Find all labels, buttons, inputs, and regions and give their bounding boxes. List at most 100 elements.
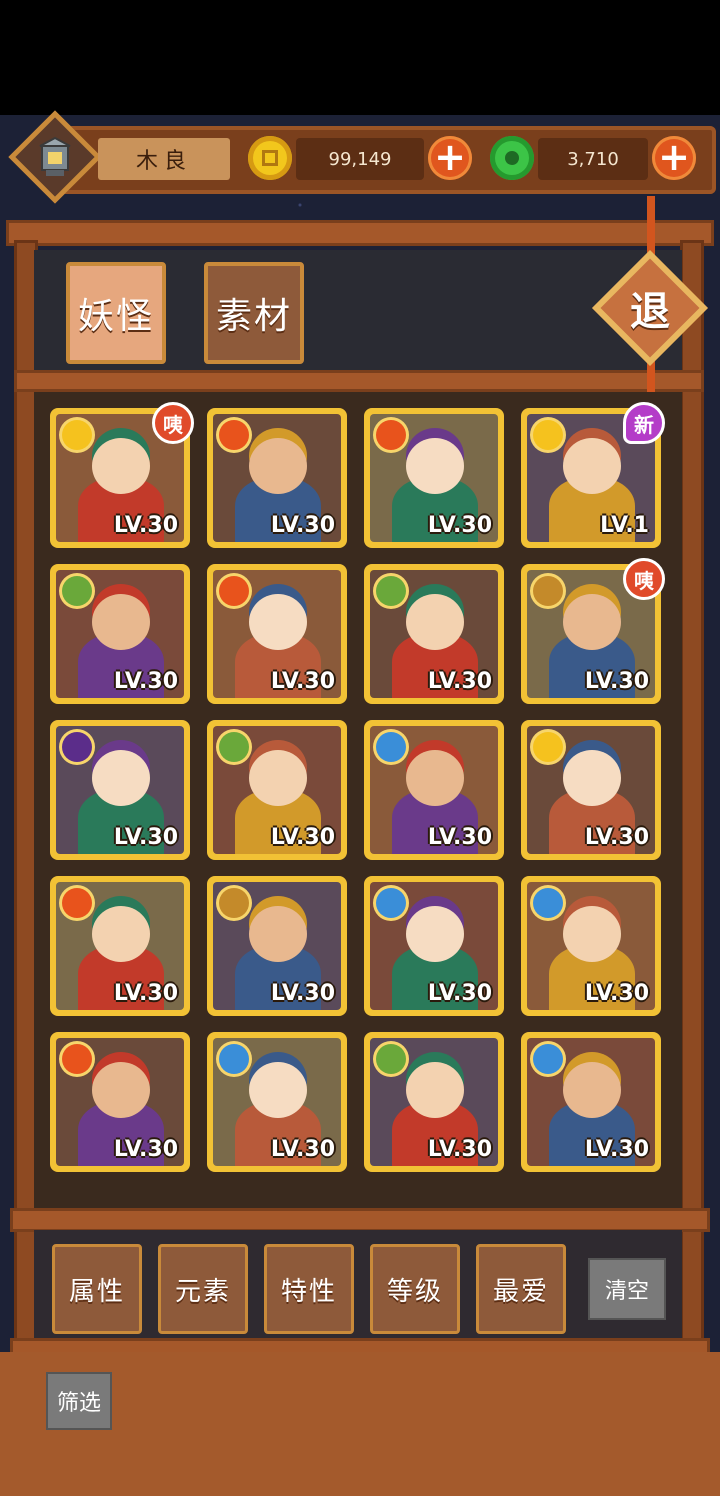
new-badge: 新 bbox=[623, 402, 665, 444]
filter-attribute-button[interactable]: 属性 bbox=[52, 1244, 142, 1334]
filter-favorite-button[interactable]: 最爱 bbox=[476, 1244, 566, 1334]
exit-label: 退 bbox=[630, 289, 670, 335]
wood-element-icon bbox=[376, 576, 406, 606]
screen-filter-button[interactable]: 筛选 bbox=[46, 1372, 112, 1430]
monster-portrait: LV.30 bbox=[370, 1038, 498, 1166]
monster-portrait: LV.30 bbox=[56, 882, 184, 1010]
wood-element-icon bbox=[219, 732, 249, 762]
monster-portrait: LV.30 bbox=[213, 726, 341, 854]
gold-coin-icon bbox=[248, 136, 292, 180]
water-element-icon bbox=[533, 888, 563, 918]
monster-portrait: LV.30 bbox=[213, 1038, 341, 1166]
exit-button[interactable]: 退 bbox=[592, 250, 708, 366]
monster-head bbox=[249, 1062, 307, 1118]
green-jade-icon bbox=[490, 136, 534, 180]
notice-badge: 咦 bbox=[623, 558, 665, 600]
water-element-icon bbox=[376, 888, 406, 918]
add-coins-button[interactable]: + bbox=[428, 136, 472, 180]
tab-yokai[interactable]: 妖怪 bbox=[66, 262, 166, 364]
wood-element-icon bbox=[376, 1044, 406, 1074]
earth-element-icon bbox=[533, 576, 563, 606]
monster-card[interactable]: LV.30 bbox=[207, 564, 347, 704]
shelf-divider bbox=[14, 370, 704, 392]
lantern-icon bbox=[39, 136, 71, 176]
monster-card[interactable]: LV.1 新 bbox=[521, 402, 665, 548]
monster-card[interactable]: LV.30 bbox=[50, 564, 190, 704]
monster-head bbox=[406, 1062, 464, 1118]
grid-bottom-beam bbox=[10, 1208, 710, 1232]
water-element-icon bbox=[219, 1044, 249, 1074]
add-jade-button[interactable]: + bbox=[652, 136, 696, 180]
monster-level: LV.30 bbox=[427, 513, 492, 538]
monster-head bbox=[563, 594, 621, 650]
monster-card[interactable]: LV.30 bbox=[50, 876, 190, 1016]
monster-portrait: LV.30 bbox=[370, 414, 498, 542]
light-element-icon bbox=[62, 420, 92, 450]
light-element-icon bbox=[533, 420, 563, 450]
monster-head bbox=[563, 906, 621, 962]
monster-card[interactable]: LV.30 咦 bbox=[521, 558, 665, 704]
monster-card[interactable]: LV.30 bbox=[207, 876, 347, 1016]
filter-trait-button[interactable]: 特性 bbox=[264, 1244, 354, 1334]
monster-head bbox=[92, 750, 150, 806]
monster-level: LV.30 bbox=[113, 513, 178, 538]
monster-level: LV.30 bbox=[427, 981, 492, 1006]
monster-portrait: LV.30 bbox=[56, 570, 184, 698]
monster-level: LV.30 bbox=[270, 513, 335, 538]
monster-level: LV.30 bbox=[113, 981, 178, 1006]
fire-element-icon bbox=[219, 576, 249, 606]
monster-portrait: LV.30 bbox=[370, 726, 498, 854]
monster-head bbox=[92, 594, 150, 650]
exit-string bbox=[647, 196, 655, 256]
monster-card[interactable]: LV.30 bbox=[364, 876, 504, 1016]
monster-portrait: LV.30 bbox=[370, 882, 498, 1010]
monster-portrait: LV.30 bbox=[213, 882, 341, 1010]
monster-card[interactable]: LV.30 bbox=[50, 720, 190, 860]
monster-card[interactable]: LV.30 bbox=[50, 1032, 190, 1172]
filter-level-button[interactable]: 等级 bbox=[370, 1244, 460, 1334]
monster-level: LV.30 bbox=[113, 669, 178, 694]
monster-head bbox=[406, 906, 464, 962]
monster-card[interactable]: LV.30 bbox=[364, 720, 504, 860]
wood-element-icon bbox=[62, 576, 92, 606]
monster-card[interactable]: LV.30 bbox=[207, 1032, 347, 1172]
monster-card[interactable]: LV.30 bbox=[207, 408, 347, 548]
player-avatar[interactable] bbox=[8, 110, 102, 204]
monster-head bbox=[92, 906, 150, 962]
fire-element-icon bbox=[62, 888, 92, 918]
monster-level: LV.30 bbox=[270, 669, 335, 694]
monster-card[interactable]: LV.30 bbox=[521, 876, 661, 1016]
monster-portrait: LV.30 bbox=[527, 1038, 655, 1166]
monster-portrait: LV.30 bbox=[370, 570, 498, 698]
monster-level: LV.30 bbox=[584, 981, 649, 1006]
dark-element-icon bbox=[62, 732, 92, 762]
player-name: 木良 bbox=[98, 138, 230, 180]
monster-head bbox=[92, 1062, 150, 1118]
monster-head bbox=[563, 750, 621, 806]
monster-level: LV.30 bbox=[270, 981, 335, 1006]
fire-element-icon bbox=[376, 420, 406, 450]
fire-element-icon bbox=[219, 420, 249, 450]
notice-badge: 咦 bbox=[152, 402, 194, 444]
monster-level: LV.30 bbox=[113, 1137, 178, 1162]
monster-card[interactable]: LV.30 bbox=[364, 1032, 504, 1172]
clear-filters-button[interactable]: 清空 bbox=[588, 1258, 666, 1320]
monster-level: LV.30 bbox=[584, 825, 649, 850]
monster-card[interactable]: LV.30 bbox=[521, 720, 661, 860]
monster-card[interactable]: LV.30 bbox=[364, 564, 504, 704]
monster-card[interactable]: LV.30 咦 bbox=[50, 402, 194, 548]
filter-element-button[interactable]: 元素 bbox=[158, 1244, 248, 1334]
monster-level: LV.30 bbox=[113, 825, 178, 850]
monster-head bbox=[249, 438, 307, 494]
tab-materials[interactable]: 素材 bbox=[204, 262, 304, 364]
monster-card[interactable]: LV.30 bbox=[521, 1032, 661, 1172]
monster-head bbox=[249, 750, 307, 806]
monster-card[interactable]: LV.30 bbox=[364, 408, 504, 548]
monster-level: LV.30 bbox=[584, 1137, 649, 1162]
jade-count: 3,710 bbox=[538, 138, 648, 180]
water-element-icon bbox=[533, 1044, 563, 1074]
monster-card[interactable]: LV.30 bbox=[207, 720, 347, 860]
monster-head bbox=[406, 594, 464, 650]
monster-portrait: LV.30 bbox=[213, 570, 341, 698]
water-element-icon bbox=[376, 732, 406, 762]
